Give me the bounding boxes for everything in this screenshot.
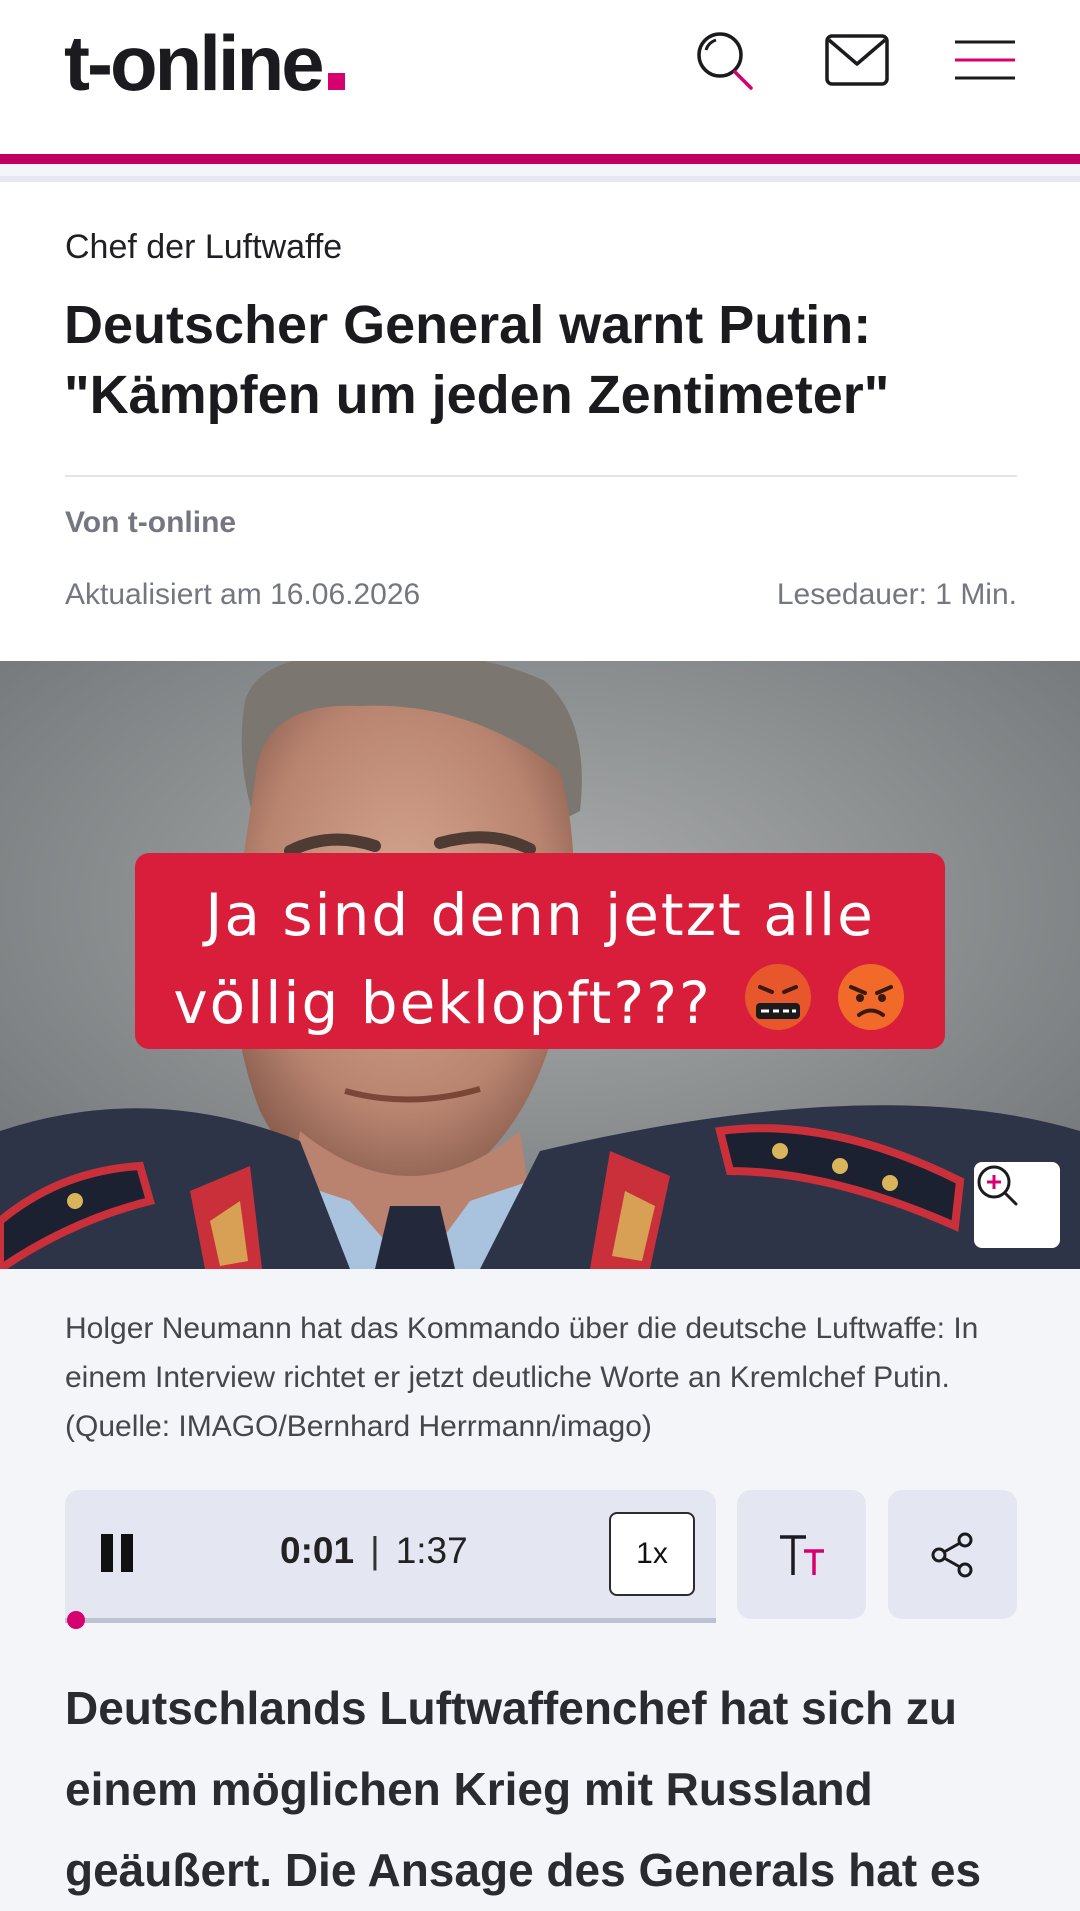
font-size-button[interactable] <box>737 1490 866 1619</box>
article-lead: Deutschlands Luftwaffenchef hat sich zu … <box>65 1682 982 1896</box>
menu-icon[interactable] <box>950 26 1020 96</box>
site-logo[interactable]: t-online <box>64 18 345 108</box>
text-overlay-sticker: Ja sind denn jetzt alle völlig beklopft?… <box>135 853 945 1049</box>
article-kicker: Chef der Luftwaffe <box>65 228 343 266</box>
cursing-face-icon <box>745 964 812 1030</box>
pause-icon <box>101 1534 113 1572</box>
text-size-icon <box>779 1534 824 1575</box>
overlay-text: Ja sind denn jetzt alle völlig beklopft?… <box>135 871 945 1047</box>
logo-dot <box>327 73 345 90</box>
time-separator: | <box>370 1530 380 1571</box>
divider <box>65 475 1017 477</box>
playback-speed-button[interactable]: 1x <box>609 1512 695 1596</box>
reading-time: Lesedauer: 1 Min. <box>776 578 1017 611</box>
playback-time: 0:01 | 1:37 <box>280 1530 468 1572</box>
image-caption: Holger Neumann hat das Kommando über die… <box>65 1312 979 1443</box>
share-icon <box>931 1532 972 1577</box>
article-author[interactable]: Von t-online <box>65 506 236 540</box>
overlay-line-2: völlig beklopft??? <box>135 959 945 1047</box>
site-header: t-online <box>0 0 1080 156</box>
pause-button[interactable] <box>101 1534 141 1576</box>
progress-bar[interactable] <box>65 1611 716 1629</box>
mail-icon[interactable] <box>822 26 892 96</box>
progress-handle[interactable] <box>66 1611 85 1629</box>
audio-player: 0:01 | 1:37 1x <box>65 1490 716 1629</box>
angry-face-icon <box>837 964 904 1030</box>
header-accent-bar <box>0 154 1080 164</box>
zoom-in-icon <box>977 1165 1018 1206</box>
current-time: 0:01 <box>280 1530 355 1571</box>
share-button[interactable] <box>888 1490 1017 1619</box>
zoom-image-button[interactable] <box>974 1162 1060 1248</box>
duration: 1:37 <box>395 1530 468 1571</box>
article-updated-date: Aktualisiert am 16.06.2026 <box>65 578 421 611</box>
article-title: Deutscher General warnt Putin: "Kämpfen … <box>64 295 890 425</box>
overlay-line-1: Ja sind denn jetzt alle <box>205 881 875 949</box>
search-icon[interactable] <box>690 26 760 96</box>
